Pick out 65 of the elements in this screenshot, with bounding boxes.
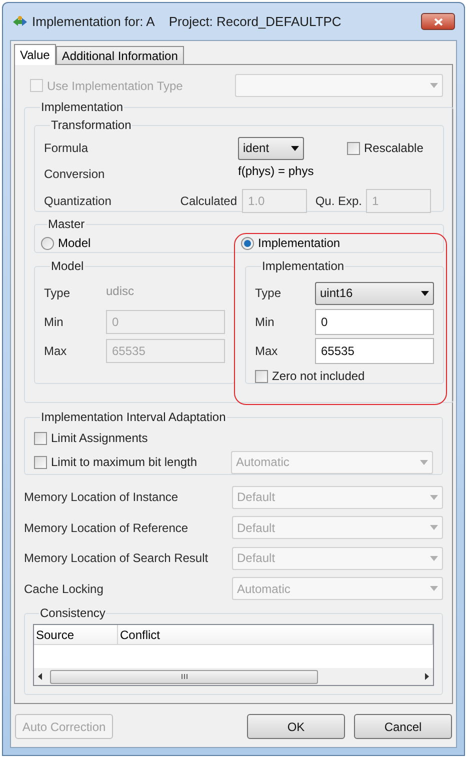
window-title: Implementation for: A: [32, 12, 155, 31]
group-title: Implementation: [261, 258, 346, 275]
caret-icon: [420, 460, 428, 464]
type-value: udisc: [106, 283, 134, 300]
conversion-formula: f(phys) = phys: [238, 163, 314, 180]
dialog-button[interactable]: Cancel: [354, 714, 452, 739]
checkbox[interactable]: [255, 370, 268, 382]
scroll-left-icon: [38, 673, 42, 680]
field-label: Type: [255, 285, 282, 302]
caret-icon: [430, 83, 438, 88]
field-label: Conversion: [44, 166, 106, 183]
field-label: Min: [255, 314, 276, 330]
dropdown[interactable]: ident: [238, 136, 304, 160]
tab[interactable]: Additional Information: [56, 46, 184, 64]
setting-label: Memory Location of Search Result: [24, 550, 208, 568]
group-title: Implementation: [40, 99, 124, 116]
setting-label: Memory Location of Instance: [24, 489, 178, 506]
field-label: Max: [44, 342, 68, 360]
scroll-right-icon: [425, 673, 429, 680]
horizontal-scrollbar[interactable]: [34, 668, 433, 685]
setting-label: Cache Locking: [24, 580, 104, 598]
group-title: Model: [50, 258, 85, 275]
field-label: Type: [44, 285, 72, 302]
radio-button[interactable]: [241, 236, 254, 250]
field-label: Max: [255, 342, 279, 360]
app-icon: [12, 14, 28, 28]
field-label: Min: [44, 314, 64, 330]
checkbox[interactable]: [34, 456, 47, 468]
caret-icon: [430, 525, 438, 530]
close-icon: [434, 18, 442, 26]
field-label: Formula: [44, 140, 90, 157]
checkbox[interactable]: [34, 432, 47, 444]
checkbox-label: Use Implementation Type: [47, 78, 183, 94]
caret-icon: [430, 494, 438, 500]
project-title: Project: Record_DEFAULTPC: [168, 12, 342, 31]
scrollbar-thumb[interactable]: [50, 670, 318, 684]
checkbox-label: Rescalable: [364, 140, 424, 157]
group-title: Transformation: [50, 117, 132, 134]
dropdown[interactable]: uint16: [315, 282, 434, 304]
field-label: Calculated: [179, 193, 238, 210]
checkbox-label: Limit to maximum bit length: [51, 454, 198, 471]
setting-label: Memory Location of Reference: [24, 520, 188, 537]
caret-icon: [421, 290, 429, 296]
caret-icon: [430, 556, 438, 561]
field-label: Quantization: [44, 193, 112, 210]
caret-icon: [291, 146, 299, 150]
dialog-button[interactable]: OK: [247, 714, 345, 739]
caret-icon: [430, 586, 438, 592]
column-header[interactable]: Source: [34, 625, 118, 644]
radio-label: Model: [58, 235, 91, 252]
field-label: Qu. Exp.: [314, 193, 363, 210]
checkbox-label: Limit Assignments: [51, 430, 148, 447]
group-title: Implementation Interval Adaptation: [40, 409, 227, 426]
grip-icon: [180, 674, 188, 679]
input-field[interactable]: 0: [315, 308, 434, 334]
column-header[interactable]: Conflict: [118, 625, 433, 644]
group-title: Master: [47, 216, 86, 233]
tab[interactable]: Value: [14, 44, 56, 65]
checkbox-label: Zero not included: [272, 368, 365, 385]
radio-label: Implementation: [258, 235, 340, 252]
group-title: Consistency: [39, 605, 106, 622]
radio-button[interactable]: [41, 236, 54, 250]
close-button[interactable]: [421, 13, 455, 30]
input-field[interactable]: 65535: [315, 338, 434, 364]
checkbox[interactable]: [347, 142, 360, 154]
